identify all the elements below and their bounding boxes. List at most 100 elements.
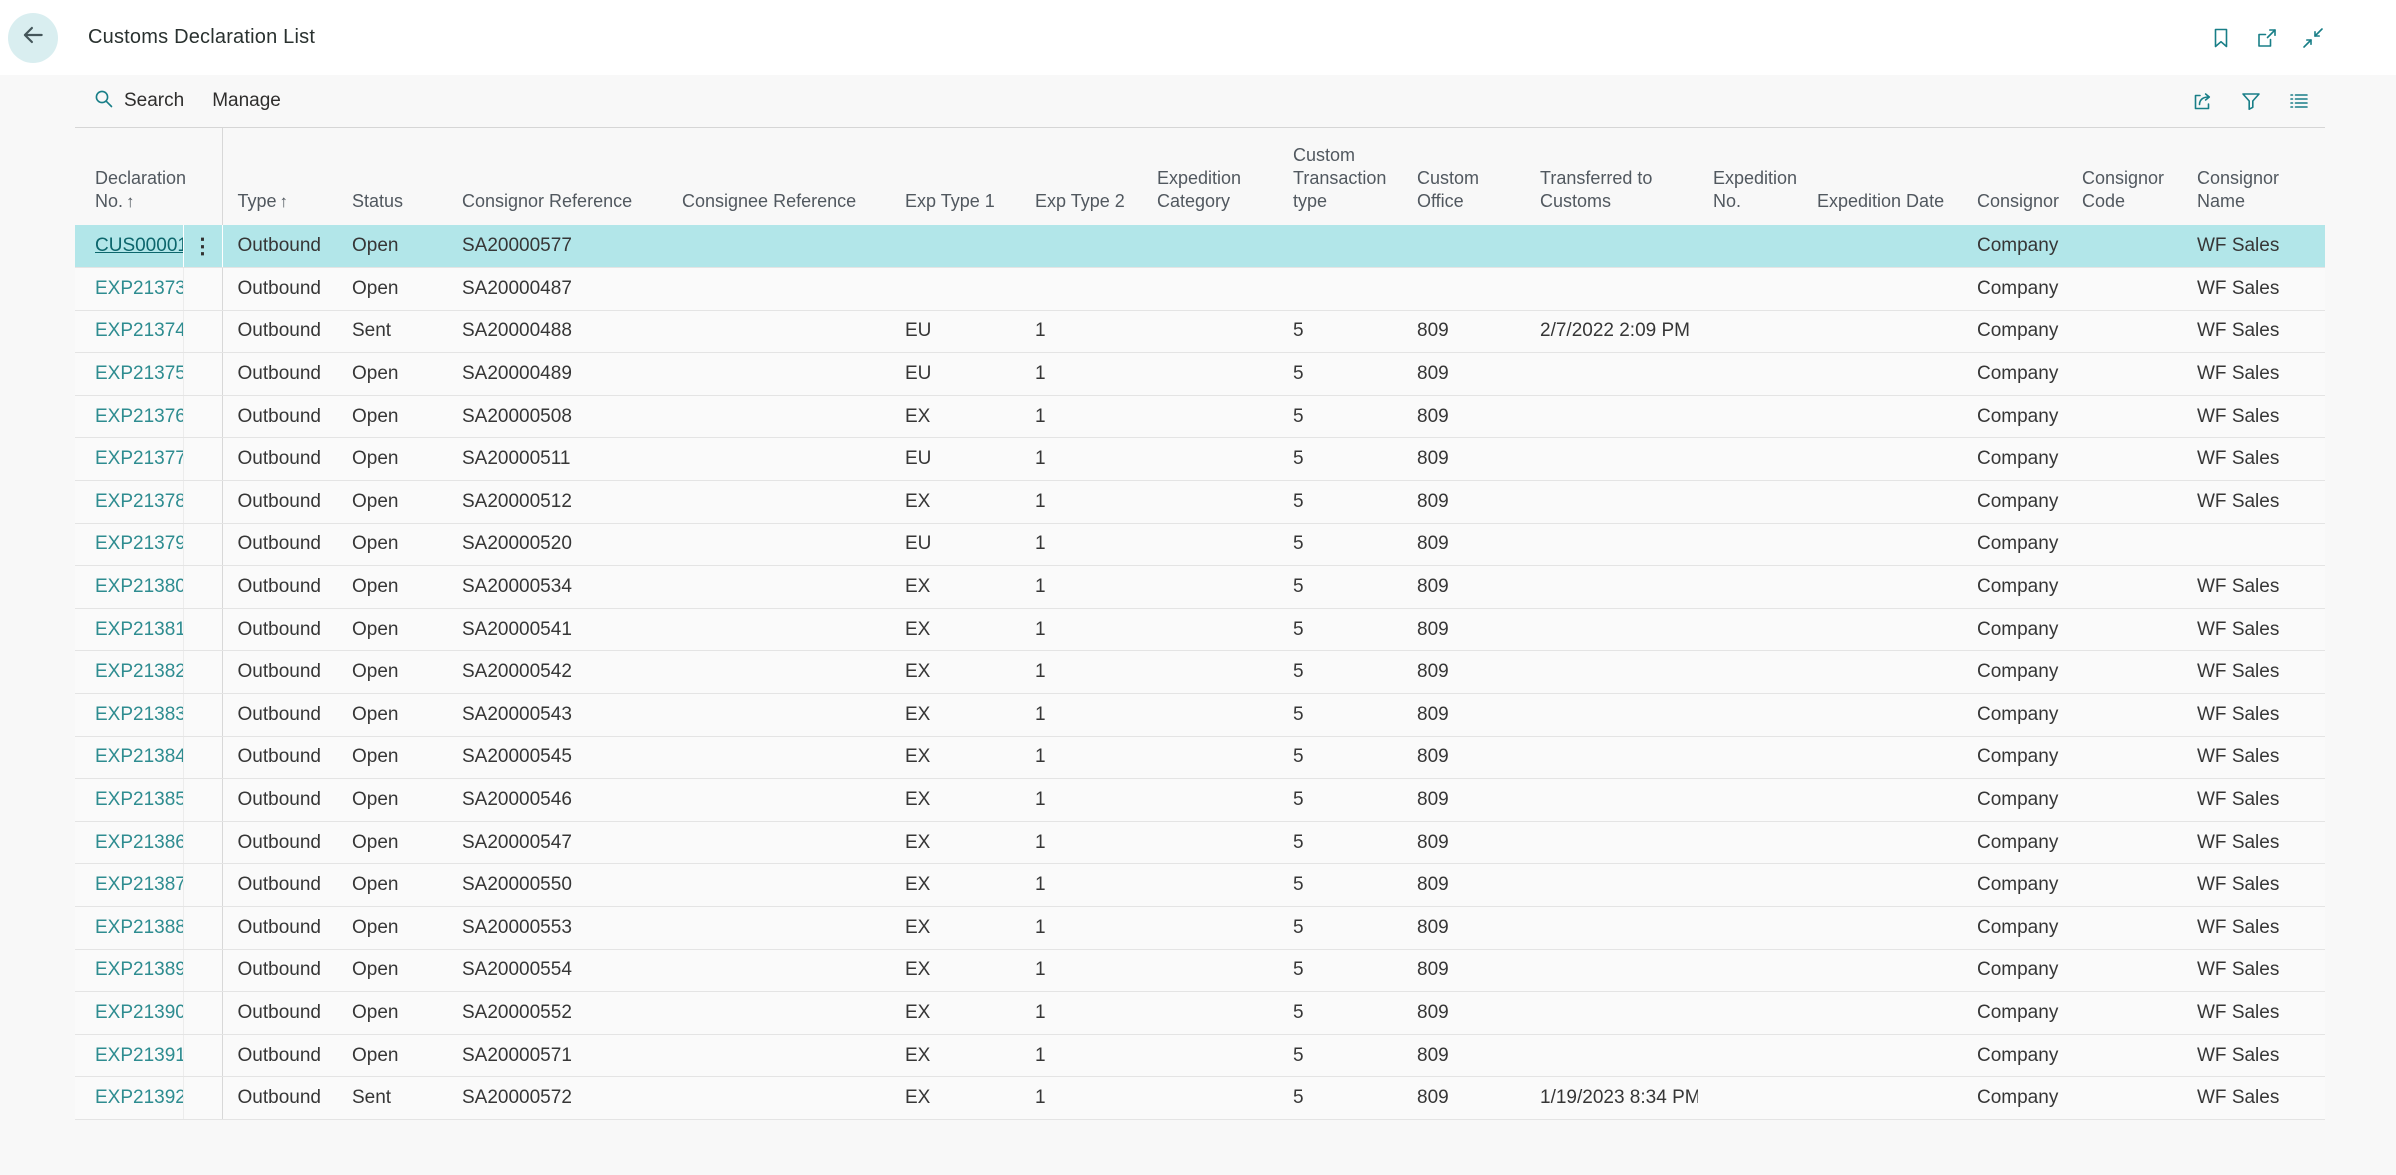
table-row[interactable]: EXP21377OutboundOpenSA20000511EU15809Com… [75,438,2325,481]
list-options-icon[interactable] [2286,88,2312,114]
table-row[interactable]: EXP21379OutboundOpenSA20000520EU15809Com… [75,523,2325,566]
cell-consignor_name: WF Sales [2182,736,2325,779]
filter-icon[interactable] [2238,88,2264,114]
declaration-link[interactable]: CUS00001 [95,235,183,256]
table-row[interactable]: EXP21378OutboundOpenSA20000512EX15809Com… [75,481,2325,524]
column-header-label: Exp Type 1 [905,191,995,211]
cell-expedition_category [1142,608,1278,651]
cell-transferred_to_customs [1525,821,1698,864]
cell-custom_transaction_type: 5 [1278,395,1402,438]
declaration-link[interactable]: EXP21382 [95,661,183,682]
column-header-status[interactable]: Status [337,128,447,225]
cell-type: Outbound [222,1034,337,1077]
cell-expedition_no [1698,523,1802,566]
column-header-expedition_date[interactable]: Expedition Date [1802,128,1962,225]
declaration-link[interactable]: EXP21373 [95,278,183,299]
column-header-expedition_no[interactable]: Expedition No. [1698,128,1802,225]
column-header-declaration_no[interactable]: Declaration No.↑ [75,128,183,225]
cell-status: Open [337,907,447,950]
column-header-expedition_category[interactable]: Expedition Category [1142,128,1278,225]
declaration-link[interactable]: EXP21374 [95,320,183,341]
table-row[interactable]: EXP21376OutboundOpenSA20000508EX15809Com… [75,395,2325,438]
declaration-link[interactable]: EXP21390 [95,1002,183,1023]
cell-consignee_reference [667,608,890,651]
table-row[interactable]: EXP21381OutboundOpenSA20000541EX15809Com… [75,608,2325,651]
cell-expedition_no [1698,779,1802,822]
row-menu-button[interactable]: ⋮ [183,225,222,268]
cell-expedition_date [1802,907,1962,950]
declaration-link[interactable]: EXP21389 [95,959,183,980]
cell-transferred_to_customs [1525,225,1698,268]
cell-custom_office: 809 [1402,779,1525,822]
column-header-exp_type_2[interactable]: Exp Type 2 [1020,128,1142,225]
cell-expedition_category [1142,907,1278,950]
table-row[interactable]: EXP21385OutboundOpenSA20000546EX15809Com… [75,779,2325,822]
cell-exp_type_1: EU [890,353,1020,396]
declaration-link[interactable]: EXP21387 [95,874,183,895]
table-row[interactable]: CUS00001⋮OutboundOpenSA20000577CompanyWF… [75,225,2325,268]
open-in-new-window-icon[interactable] [2254,25,2280,51]
column-header-consignor_reference[interactable]: Consignor Reference [447,128,667,225]
declaration-link[interactable]: EXP21383 [95,704,183,725]
row-menu-button [183,1077,222,1120]
declaration-link[interactable]: EXP21388 [95,917,183,938]
table-row[interactable]: EXP21388OutboundOpenSA20000553EX15809Com… [75,907,2325,950]
table-row[interactable]: EXP21391OutboundOpenSA20000571EX15809Com… [75,1034,2325,1077]
cell-expedition_no [1698,864,1802,907]
declaration-link[interactable]: EXP21384 [95,746,183,767]
cell-consignor_name: WF Sales [2182,949,2325,992]
declaration-link[interactable]: EXP21391 [95,1045,183,1066]
column-header-custom_transaction_type[interactable]: Custom Transaction type [1278,128,1402,225]
cell-custom_transaction_type: 5 [1278,310,1402,353]
table-row[interactable]: EXP21373OutboundOpenSA20000487CompanyWF … [75,268,2325,311]
bookmark-icon[interactable] [2208,25,2234,51]
column-header-consignor[interactable]: Consignor [1962,128,2067,225]
declaration-link[interactable]: EXP21380 [95,576,183,597]
declaration-link[interactable]: EXP21375 [95,363,183,384]
cell-expedition_category [1142,651,1278,694]
table-row[interactable]: EXP21389OutboundOpenSA20000554EX15809Com… [75,949,2325,992]
column-header-label: Consignor Code [2082,168,2164,211]
table-row[interactable]: EXP21380OutboundOpenSA20000534EX15809Com… [75,566,2325,609]
back-button[interactable] [8,13,58,63]
column-header-consignor_name[interactable]: Consignor Name [2182,128,2325,225]
row-menu-button [183,864,222,907]
column-header-consignor_code[interactable]: Consignor Code [2067,128,2182,225]
declaration-link[interactable]: EXP21376 [95,406,183,427]
collapse-icon[interactable] [2300,25,2326,51]
declaration-link[interactable]: EXP21392 [95,1087,183,1108]
declaration-link[interactable]: EXP21385 [95,789,183,810]
column-header-type[interactable]: Type↑ [222,128,337,225]
table-row[interactable]: EXP21386OutboundOpenSA20000547EX15809Com… [75,821,2325,864]
table-row[interactable]: EXP21390OutboundOpenSA20000552EX15809Com… [75,992,2325,1035]
column-header-label: Expedition No. [1713,168,1797,211]
search-button[interactable]: Search [93,88,184,115]
column-header-custom_office[interactable]: Custom Office [1402,128,1525,225]
cell-status: Open [337,395,447,438]
table-row[interactable]: EXP21375OutboundOpenSA20000489EU15809Com… [75,353,2325,396]
declaration-link[interactable]: EXP21386 [95,832,183,853]
cell-exp_type_1: EX [890,1077,1020,1120]
table-row[interactable]: EXP21387OutboundOpenSA20000550EX15809Com… [75,864,2325,907]
cell-consignor_code [2067,1034,2182,1077]
cell-custom_office: 809 [1402,736,1525,779]
cell-transferred_to_customs [1525,268,1698,311]
cell-exp_type_1: EX [890,395,1020,438]
table-row[interactable]: EXP21392OutboundSentSA20000572EX158091/1… [75,1077,2325,1120]
column-header-transferred_to_customs[interactable]: Transferred to Customs [1525,128,1698,225]
column-header-exp_type_1[interactable]: Exp Type 1 [890,128,1020,225]
cell-consignor_name: WF Sales [2182,821,2325,864]
cell-expedition_no [1698,268,1802,311]
declaration-link[interactable]: EXP21381 [95,619,183,640]
table-row[interactable]: EXP21383OutboundOpenSA20000543EX15809Com… [75,694,2325,737]
declaration-link[interactable]: EXP21377 [95,448,183,469]
column-header-consignee_reference[interactable]: Consignee Reference [667,128,890,225]
table-row[interactable]: EXP21382OutboundOpenSA20000542EX15809Com… [75,651,2325,694]
declaration-link[interactable]: EXP21379 [95,533,183,554]
manage-button[interactable]: Manage [212,90,281,112]
table-row[interactable]: EXP21374OutboundSentSA20000488EU158092/7… [75,310,2325,353]
column-header-label: Expedition Category [1157,168,1241,211]
table-row[interactable]: EXP21384OutboundOpenSA20000545EX15809Com… [75,736,2325,779]
share-icon[interactable] [2190,88,2216,114]
declaration-link[interactable]: EXP21378 [95,491,183,512]
